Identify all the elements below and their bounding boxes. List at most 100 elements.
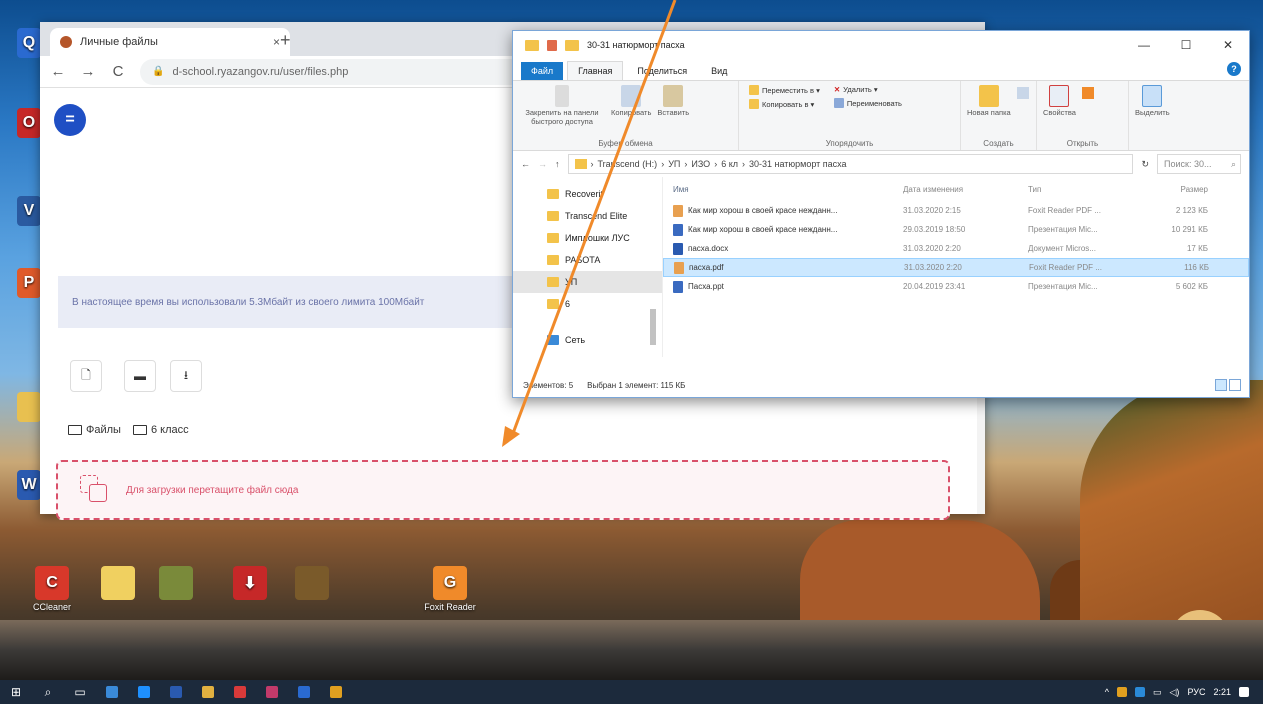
path-segment[interactable]: ИЗО xyxy=(691,159,710,169)
forward-button[interactable]: → xyxy=(80,63,96,80)
refresh-icon[interactable]: ↻ xyxy=(1141,159,1149,170)
nav-item[interactable]: Recoverit xyxy=(513,183,662,205)
file-name: пасха.pdf xyxy=(689,263,724,272)
path-segment[interactable]: УП xyxy=(668,159,680,169)
tray-app-icon[interactable] xyxy=(1117,687,1127,697)
desktop-shortcut[interactable] xyxy=(88,566,148,602)
minimize-button[interactable]: — xyxy=(1123,38,1165,52)
rename-button[interactable]: Переименовать xyxy=(833,98,902,108)
path-segment[interactable]: 6 кл xyxy=(721,159,738,169)
nav-item[interactable]: Сеть xyxy=(513,329,662,351)
download-button[interactable]: ⭳ xyxy=(170,360,202,392)
back-button[interactable]: ← xyxy=(50,63,66,80)
delete-button[interactable]: ✕ Удалить ▾ xyxy=(834,85,902,94)
column-type[interactable]: Тип xyxy=(1028,185,1148,194)
nav-scrollbar[interactable] xyxy=(650,179,658,351)
taskbar-app[interactable] xyxy=(320,680,352,704)
nav-item[interactable]: Transcend Elite xyxy=(513,205,662,227)
back-arrow-icon[interactable]: ← xyxy=(521,159,530,169)
language-indicator[interactable]: РУС xyxy=(1187,687,1205,697)
forward-arrow-icon[interactable]: → xyxy=(538,159,547,169)
path-segment[interactable]: 30-31 натюрморт пасха xyxy=(749,159,847,169)
paste-button[interactable]: Вставить xyxy=(657,85,689,118)
clock[interactable]: 2:21 xyxy=(1213,687,1231,697)
app-icon xyxy=(202,686,214,698)
tray-app-icon[interactable] xyxy=(1135,687,1145,697)
path-separator[interactable]: › xyxy=(684,159,687,169)
new-tab-button[interactable]: + xyxy=(280,30,291,51)
pin-button[interactable]: Закрепить на панели быстрого доступа xyxy=(519,85,605,126)
help-button[interactable]: ? xyxy=(1227,62,1241,76)
new-folder-button[interactable]: ▬ xyxy=(124,360,156,392)
breadcrumb-item-class[interactable]: 6 класс xyxy=(132,424,189,436)
menu-button[interactable]: = xyxy=(54,104,86,136)
taskbar-app[interactable] xyxy=(96,680,128,704)
desktop-shortcut[interactable] xyxy=(146,566,206,602)
taskbar-app[interactable] xyxy=(256,680,288,704)
path-segment[interactable]: Transcend (H:) xyxy=(598,159,658,169)
desktop-shortcut[interactable]: ⬇ xyxy=(220,566,280,602)
close-button[interactable]: ✕ xyxy=(1207,38,1249,52)
new-folder-button[interactable]: Новая папка xyxy=(967,85,1011,118)
notifications-icon[interactable] xyxy=(1239,687,1249,697)
breadcrumb-item-files[interactable]: Файлы xyxy=(68,424,121,436)
show-hidden-icons[interactable]: ^ xyxy=(1105,687,1109,697)
properties-button[interactable]: Свойства xyxy=(1043,85,1076,118)
task-view-button[interactable]: ▭ xyxy=(64,680,96,704)
tab-home[interactable]: Главная xyxy=(567,61,624,80)
tab-close-button[interactable]: × xyxy=(273,35,280,49)
file-row[interactable]: пасха.pdf 31.03.2020 2:20 Foxit Reader PDF… xyxy=(663,258,1249,277)
path-separator[interactable]: › xyxy=(742,159,745,169)
desktop-shortcut[interactable] xyxy=(282,566,342,602)
path-separator[interactable]: › xyxy=(714,159,717,169)
tab-share[interactable]: Поделиться xyxy=(627,62,697,80)
taskbar-app[interactable] xyxy=(128,680,160,704)
file-row[interactable]: пасха.docx 31.03.2020 2:20 Документ Micros… xyxy=(663,239,1249,258)
tab-view[interactable]: Вид xyxy=(701,62,737,80)
column-name[interactable]: Имя xyxy=(663,185,903,194)
taskbar-app[interactable] xyxy=(160,680,192,704)
maximize-button[interactable]: ☐ xyxy=(1165,38,1207,52)
tiles-view-icon[interactable] xyxy=(1229,379,1241,391)
taskbar-app[interactable] xyxy=(288,680,320,704)
new-file-button[interactable]: 🗋 xyxy=(70,360,102,392)
path-separator[interactable]: › xyxy=(661,159,664,169)
search-button[interactable]: ⌕ xyxy=(32,680,64,704)
file-row[interactable]: Как мир хорош в своей красе нежданн... 29… xyxy=(663,220,1249,239)
volume-icon[interactable]: ◁) xyxy=(1170,687,1180,698)
path-bar[interactable]: › Transcend (H:) › УП › ИЗО › 6 кл › 30-31 натюрм… xyxy=(567,154,1134,174)
nav-item[interactable]: 6 xyxy=(513,293,662,315)
copy-to-button[interactable]: Копировать в ▾ xyxy=(749,99,820,109)
file-row[interactable]: Как мир хорош в своей красе нежданн... 31… xyxy=(663,201,1249,220)
taskbar-app[interactable] xyxy=(192,680,224,704)
file-size: 17 КБ xyxy=(1186,244,1208,253)
file-row[interactable]: Пасха.ppt 20.04.2019 23:41 Презентация Mic… xyxy=(663,277,1249,296)
start-button[interactable]: ⊞ xyxy=(0,680,32,704)
move-to-button[interactable]: Переместить в ▾ xyxy=(749,85,820,95)
select-button[interactable]: Выделить xyxy=(1135,85,1170,118)
details-view-icon[interactable] xyxy=(1215,379,1227,391)
desktop-shortcut[interactable]: C CCleaner xyxy=(22,566,82,612)
taskbar-app[interactable] xyxy=(224,680,256,704)
tab-file[interactable]: Файл xyxy=(521,62,564,80)
copy-button[interactable]: Копировать xyxy=(611,85,651,118)
nav-item-label: Recoverit xyxy=(565,189,604,199)
path-separator[interactable]: › xyxy=(591,159,594,169)
up-arrow-icon[interactable]: ↑ xyxy=(555,159,560,169)
desktop-shortcut[interactable]: G Foxit Reader xyxy=(420,566,480,612)
new-item-icon[interactable] xyxy=(1016,87,1029,99)
open-icon[interactable] xyxy=(1081,87,1094,99)
browser-tab[interactable]: Личные файлы × xyxy=(50,28,290,56)
nav-item[interactable]: УП xyxy=(513,271,662,293)
explorer-search-input[interactable]: Поиск: 30... ⌕ xyxy=(1157,154,1241,174)
explorer-titlebar[interactable]: 30-31 натюрморт пасха — ☐ ✕ xyxy=(513,31,1249,59)
column-date[interactable]: Дата изменения xyxy=(903,185,1028,194)
nav-item[interactable]: Имплошки ЛУС xyxy=(513,227,662,249)
nav-item[interactable]: РАБОТА xyxy=(513,249,662,271)
network-icon[interactable]: ▭ xyxy=(1153,687,1162,698)
view-toggle[interactable] xyxy=(1215,379,1241,391)
column-size[interactable]: Размер xyxy=(1148,185,1218,194)
favicon-icon xyxy=(60,36,72,48)
reload-button[interactable]: C xyxy=(110,63,126,80)
file-dropzone[interactable]: Для загрузки перетащите файл сюда xyxy=(56,460,950,520)
